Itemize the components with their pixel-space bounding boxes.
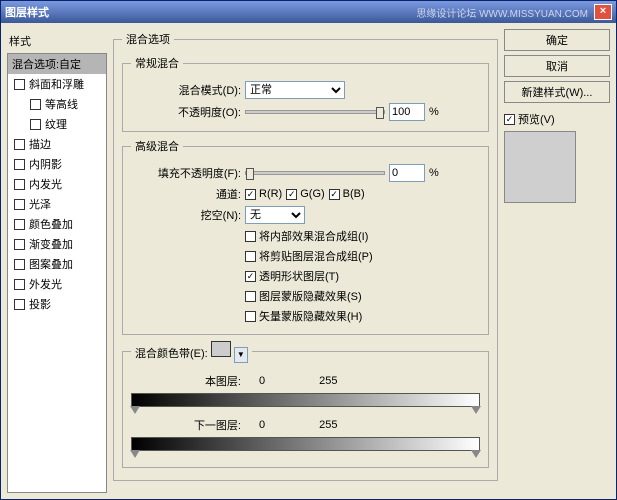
slider-stop-icon[interactable] — [130, 406, 140, 414]
checkbox-icon[interactable] — [30, 99, 41, 110]
transparency-shapes-checkbox[interactable]: 透明形状图层(T) — [245, 268, 339, 284]
next-layer-gradient[interactable] — [131, 437, 480, 451]
checkbox-icon[interactable] — [30, 119, 41, 130]
checkbox-icon[interactable] — [14, 139, 25, 150]
styles-list: 混合选项:自定 斜面和浮雕 等高线 纹理 描边 内阴影 内发光 光泽 颜色叠加 … — [7, 53, 107, 493]
style-item-inner-glow[interactable]: 内发光 — [8, 174, 106, 194]
knockout-label: 挖空(N): — [131, 207, 241, 223]
styles-column: 样式 混合选项:自定 斜面和浮雕 等高线 纹理 描边 内阴影 内发光 光泽 颜色… — [7, 29, 107, 493]
checkbox-icon — [245, 311, 256, 322]
opacity-input[interactable] — [389, 103, 425, 121]
checkbox-icon[interactable] — [14, 279, 25, 290]
fill-opacity-input[interactable] — [389, 164, 425, 182]
checkbox-checked-icon — [245, 271, 256, 282]
vector-mask-hides-checkbox[interactable]: 矢量蒙版隐藏效果(H) — [245, 308, 362, 324]
style-item-stroke[interactable]: 描边 — [8, 134, 106, 154]
opacity-slider[interactable] — [245, 110, 385, 114]
slider-thumb-icon[interactable] — [376, 107, 384, 119]
close-button[interactable]: × — [594, 4, 612, 20]
blend-clipped-checkbox[interactable]: 将剪贴图层混合成组(P) — [245, 248, 373, 264]
layer-style-dialog: 图层样式 思缘设计论坛 WWW.MISSYUAN.COM × 样式 混合选项:自… — [0, 0, 617, 500]
this-layer-gradient[interactable] — [131, 393, 480, 407]
checkbox-checked-icon — [329, 189, 340, 200]
checkbox-icon[interactable] — [14, 239, 25, 250]
checkbox-icon[interactable] — [14, 219, 25, 230]
checkbox-checked-icon — [286, 189, 297, 200]
checkbox-icon[interactable] — [14, 179, 25, 190]
slider-stop-icon[interactable] — [471, 406, 481, 414]
slider-stop-icon[interactable] — [130, 450, 140, 458]
style-item-drop-shadow[interactable]: 投影 — [8, 294, 106, 314]
checkbox-icon[interactable] — [14, 79, 25, 90]
general-blending-group: 常规混合 混合模式(D): 正常 不透明度(O): % — [122, 55, 489, 132]
options-column: 混合选项 常规混合 混合模式(D): 正常 不透明度(O): % — [113, 29, 498, 493]
channel-b-checkbox[interactable]: B(B) — [329, 188, 365, 200]
checkbox-icon — [245, 291, 256, 302]
channels-label: 通道: — [131, 186, 241, 202]
fill-opacity-slider[interactable] — [245, 171, 385, 175]
blend-interior-checkbox[interactable]: 将内部效果混合成组(I) — [245, 228, 368, 244]
style-item-color-overlay[interactable]: 颜色叠加 — [8, 214, 106, 234]
opacity-label: 不透明度(O): — [131, 104, 241, 120]
blending-options-group: 混合选项 常规混合 混合模式(D): 正常 不透明度(O): % — [113, 31, 498, 481]
preview-checkbox[interactable]: 预览(V) — [504, 111, 555, 127]
checkbox-icon — [245, 231, 256, 242]
checkbox-icon[interactable] — [14, 159, 25, 170]
ok-button[interactable]: 确定 — [504, 29, 610, 51]
window-title: 图层样式 — [5, 4, 49, 20]
checkbox-icon[interactable] — [14, 199, 25, 210]
percent-label: % — [429, 106, 439, 118]
style-item-contour[interactable]: 等高线 — [8, 94, 106, 114]
fill-opacity-label: 填充不透明度(F): — [131, 165, 241, 181]
blending-options-title: 混合选项 — [122, 31, 174, 47]
advanced-blending-legend: 高级混合 — [131, 138, 183, 154]
checkbox-icon — [245, 251, 256, 262]
new-style-button[interactable]: 新建样式(W)... — [504, 81, 610, 103]
color-swatch[interactable] — [211, 341, 231, 357]
dropdown-arrow-icon[interactable]: ▼ — [234, 347, 248, 363]
style-item-bevel[interactable]: 斜面和浮雕 — [8, 74, 106, 94]
slider-thumb-icon[interactable] — [246, 168, 254, 180]
blend-mode-label: 混合模式(D): — [131, 82, 241, 98]
style-item-pattern-overlay[interactable]: 图案叠加 — [8, 254, 106, 274]
style-item-satin[interactable]: 光泽 — [8, 194, 106, 214]
channel-g-checkbox[interactable]: G(G) — [286, 188, 324, 200]
knockout-select[interactable]: 无 — [245, 206, 305, 224]
style-item-outer-glow[interactable]: 外发光 — [8, 274, 106, 294]
channel-r-checkbox[interactable]: R(R) — [245, 188, 282, 200]
style-item-inner-shadow[interactable]: 内阴影 — [8, 154, 106, 174]
checkbox-icon[interactable] — [14, 259, 25, 270]
checkbox-icon[interactable] — [14, 299, 25, 310]
style-item-blending-options[interactable]: 混合选项:自定 — [8, 54, 106, 74]
style-item-gradient-overlay[interactable]: 渐变叠加 — [8, 234, 106, 254]
blend-if-group: 混合颜色带(E): ▼ 本图层: 0 255 下一图层: — [122, 341, 489, 468]
slider-stop-icon[interactable] — [471, 450, 481, 458]
next-layer-label: 下一图层: — [131, 417, 241, 433]
percent-label: % — [429, 167, 439, 179]
advanced-blending-group: 高级混合 填充不透明度(F): % 通道: R(R) G(G) B(B) — [122, 138, 489, 335]
this-layer-label: 本图层: — [131, 373, 241, 389]
layer-mask-hides-checkbox[interactable]: 图层蒙版隐藏效果(S) — [245, 288, 362, 304]
checkbox-checked-icon — [504, 114, 515, 125]
style-item-texture[interactable]: 纹理 — [8, 114, 106, 134]
checkbox-checked-icon — [245, 189, 256, 200]
window-subtitle: 思缘设计论坛 WWW.MISSYUAN.COM — [416, 5, 588, 20]
cancel-button[interactable]: 取消 — [504, 55, 610, 77]
general-blending-legend: 常规混合 — [131, 55, 183, 71]
preview-swatch — [504, 131, 576, 203]
styles-header: 样式 — [7, 29, 107, 53]
blend-if-legend: 混合颜色带(E): ▼ — [131, 341, 252, 363]
button-column: 确定 取消 新建样式(W)... 预览(V) — [504, 29, 610, 493]
blend-mode-select[interactable]: 正常 — [245, 81, 345, 99]
titlebar[interactable]: 图层样式 思缘设计论坛 WWW.MISSYUAN.COM × — [1, 1, 616, 23]
